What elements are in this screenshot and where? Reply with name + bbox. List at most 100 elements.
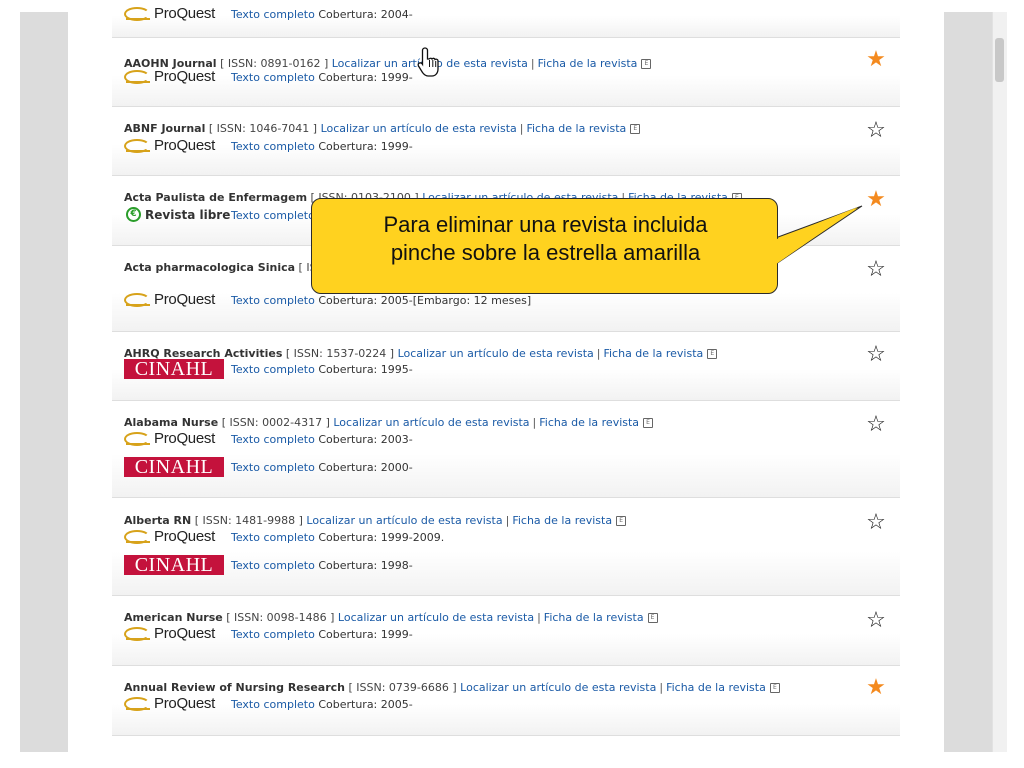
right-gutter <box>944 12 992 752</box>
instruction-callout: Para eliminar una revista incluida pinch… <box>311 198 778 294</box>
locate-article-link[interactable]: Localizar un artículo de esta revista <box>460 681 656 694</box>
locate-article-link[interactable]: Localizar un artículo de esta revista <box>338 611 534 624</box>
coverage-text: Cobertura: 2005-[Embargo: 12 meses] <box>318 294 532 307</box>
favorite-star-empty-icon[interactable]: ☆ <box>864 120 888 142</box>
journal-record-link[interactable]: Ficha de la revista <box>526 122 626 135</box>
journal-name: Annual Review of Nursing Research <box>124 681 345 694</box>
vertical-scrollbar[interactable] <box>992 12 1007 752</box>
journal-issn: [ ISSN: 1046-7041 ] <box>208 122 318 135</box>
proquest-logo: ProQuest <box>124 4 226 24</box>
journal-record-link[interactable]: Ficha de la revista <box>512 514 612 527</box>
journal-title-line: AHRQ Research Activities [ ISSN: 1537-02… <box>124 347 834 361</box>
revista-libre-logo: € Revista libre <box>124 205 230 225</box>
fulltext-link[interactable]: Texto completo <box>231 531 315 544</box>
cinahl-logo: CINAHL <box>124 456 224 478</box>
fulltext-link[interactable]: Texto completo <box>231 71 315 84</box>
separator: | <box>505 514 510 527</box>
coverage-text: Cobertura: 1998- <box>318 559 413 572</box>
separator: | <box>519 122 524 135</box>
journal-row: Alabama Nurse [ ISSN: 0002-4317 ] Locali… <box>112 401 900 498</box>
external-link-icon[interactable]: E <box>769 683 780 693</box>
journal-list: ProQuest Texto completo Cobertura: 2004-… <box>112 0 900 752</box>
fulltext-link[interactable]: Texto completo <box>231 433 315 446</box>
journal-record-link[interactable]: Ficha de la revista <box>666 681 766 694</box>
external-link-icon[interactable]: E <box>630 124 641 134</box>
favorite-star-empty-icon[interactable]: ☆ <box>864 344 888 366</box>
journal-row: American Nurse [ ISSN: 0098-1486 ] Local… <box>112 596 900 666</box>
proquest-logo: ProQuest <box>124 624 226 644</box>
fulltext-link[interactable]: Texto completo <box>231 363 315 376</box>
favorite-star-empty-icon[interactable]: ☆ <box>864 610 888 632</box>
external-link-icon[interactable]: E <box>707 349 718 359</box>
journal-record-link[interactable]: Ficha de la revista <box>539 416 639 429</box>
locate-article-link[interactable]: Localizar un artículo de esta revista <box>398 347 594 360</box>
coverage-text: Cobertura: 2003- <box>318 433 413 446</box>
journal-issn: [ ISSN: 0891-0162 ] <box>220 57 329 70</box>
journal-row: Annual Review of Nursing Research [ ISSN… <box>112 666 900 736</box>
coverage-text: Cobertura: 2000- <box>318 461 413 474</box>
journal-title-line: American Nurse [ ISSN: 0098-1486 ] Local… <box>124 611 834 625</box>
journal-issn: [ ISSN: 0002-4317 ] <box>221 416 330 429</box>
separator: | <box>530 57 535 70</box>
callout-text: Para eliminar una revista incluida pinch… <box>383 212 708 265</box>
open-access-icon: € <box>126 207 141 222</box>
journal-title-line: Alabama Nurse [ ISSN: 0002-4317 ] Locali… <box>124 416 834 430</box>
separator: | <box>532 416 537 429</box>
separator: | <box>596 347 601 360</box>
scrollbar-thumb[interactable] <box>995 38 1004 82</box>
proquest-logo: ProQuest <box>124 136 226 156</box>
journal-title-line: ABNF Journal [ ISSN: 1046-7041 ] Localiz… <box>124 122 834 136</box>
fulltext-link[interactable]: Texto completo <box>231 559 315 572</box>
journal-row: ABNF Journal [ ISSN: 1046-7041 ] Localiz… <box>112 107 900 176</box>
separator: | <box>537 611 541 624</box>
favorite-star-filled-icon[interactable]: ★ <box>864 677 888 699</box>
favorite-star-empty-icon[interactable]: ☆ <box>864 512 888 534</box>
journal-record-link[interactable]: Ficha de la revista <box>538 57 638 70</box>
coverage-text: Cobertura: 2005- <box>318 698 413 711</box>
journal-row: AHRQ Research Activities [ ISSN: 1537-02… <box>112 332 900 401</box>
coverage-text: Cobertura: 1999-2009. <box>318 531 445 544</box>
fulltext-link[interactable]: Texto completo <box>231 698 315 711</box>
journal-row-partial: ProQuest Texto completo Cobertura: 2004- <box>112 0 900 38</box>
fulltext-link[interactable]: Texto completo <box>231 628 315 641</box>
proquest-logo: ProQuest <box>124 527 226 547</box>
journal-row-partial <box>112 736 900 752</box>
hand-pointer-icon <box>417 47 439 77</box>
journal-row: Alberta RN [ ISSN: 1481-9988 ] Localizar… <box>112 498 900 596</box>
favorite-star-filled-icon[interactable]: ★ <box>864 49 888 71</box>
fulltext-link[interactable]: Texto completo <box>231 294 315 307</box>
proquest-logo: ProQuest <box>124 429 226 449</box>
locate-article-link[interactable]: Localizar un artículo de esta revista <box>333 416 529 429</box>
fulltext-link[interactable]: Texto completo <box>231 209 315 222</box>
coverage-text: Cobertura: 1999- <box>318 71 413 84</box>
locate-article-link[interactable]: Localizar un artículo de esta revista <box>306 514 502 527</box>
journal-name: American Nurse <box>124 611 223 624</box>
external-link-icon[interactable]: E <box>643 418 654 428</box>
journal-name: Alabama Nurse <box>124 416 219 429</box>
external-link-icon[interactable]: E <box>641 59 652 69</box>
proquest-logo: ProQuest <box>124 290 226 310</box>
journal-row: AAOHN Journal [ ISSN: 0891-0162 ] Locali… <box>112 38 900 107</box>
journal-title-line: Alberta RN [ ISSN: 1481-9988 ] Localizar… <box>124 514 834 528</box>
journal-name: Acta pharmacologica Sinica <box>124 261 296 274</box>
journal-issn: [ ISSN: 0739-6686 ] <box>348 681 457 694</box>
external-link-icon[interactable]: E <box>647 613 658 623</box>
proquest-logo: ProQuest <box>124 67 226 87</box>
favorite-star-empty-icon[interactable]: ☆ <box>864 414 888 436</box>
journal-issn: [ ISSN: 1537-0224 ] <box>285 347 395 360</box>
journal-name: Acta Paulista de Enfermagem <box>124 191 308 204</box>
fulltext-link[interactable]: Texto completo <box>231 461 315 474</box>
journal-record-link[interactable]: Ficha de la revista <box>603 347 703 360</box>
external-link-icon[interactable]: E <box>616 516 627 526</box>
favorite-star-filled-icon[interactable]: ★ <box>864 189 888 211</box>
fulltext-link[interactable]: Texto completo <box>231 8 315 21</box>
fulltext-link[interactable]: Texto completo <box>231 140 315 153</box>
journal-name: ABNF Journal <box>124 122 206 135</box>
journal-name: Alberta RN <box>124 514 192 527</box>
journal-record-link[interactable]: Ficha de la revista <box>544 611 644 624</box>
journal-issn: [ ISSN: 0098-1486 ] <box>226 611 335 624</box>
locate-article-link[interactable]: Localizar un artículo de esta revista <box>321 122 517 135</box>
separator: | <box>659 681 664 694</box>
journal-title-line: Annual Review of Nursing Research [ ISSN… <box>124 681 834 695</box>
favorite-star-empty-icon[interactable]: ☆ <box>864 259 888 281</box>
